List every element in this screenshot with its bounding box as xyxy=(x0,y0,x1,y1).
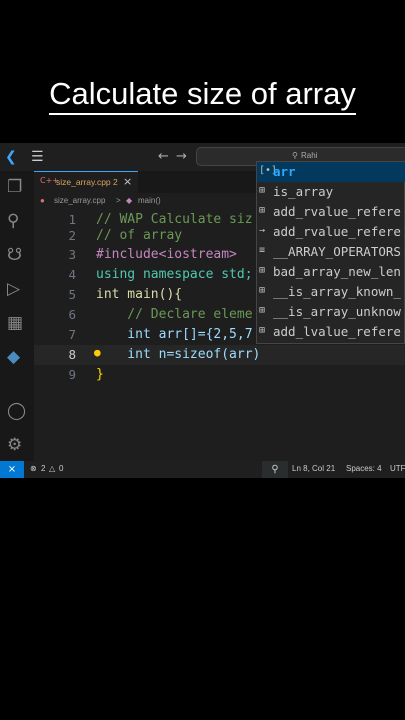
line-text: #include<iostream> xyxy=(96,247,237,262)
function-icon: ◆ xyxy=(126,196,133,205)
indentation[interactable]: Spaces: 4 xyxy=(346,464,382,473)
breadcrumb-separator: > xyxy=(116,196,121,205)
video-title: Calculate size of array xyxy=(0,76,405,115)
line-text: using namespace std; xyxy=(96,267,253,282)
tab-label: size_array.cpp 2 xyxy=(56,177,118,187)
line-number: 6 xyxy=(68,307,76,322)
activity-bar: ❐ ⚲ ☋ ▷ ▦ ◆ ◯ ⚙ xyxy=(0,171,34,461)
back-arrow-icon[interactable]: ← xyxy=(158,149,169,164)
suggestion-item[interactable]: ⊞ bad_array_new_len xyxy=(257,262,405,282)
cpp-file-icon: ● xyxy=(40,196,45,205)
close-icon[interactable]: × xyxy=(123,175,132,188)
reference-icon: → xyxy=(259,225,266,236)
variable-icon: [•] xyxy=(259,165,278,176)
suggestion-item[interactable]: → add_rvalue_refere xyxy=(257,222,405,242)
code-line-current: 8 ● int n=sizeof(arr) xyxy=(34,345,405,365)
line-number: 5 xyxy=(68,287,76,302)
macro-icon: ≡ xyxy=(259,245,266,256)
code-line: 9 } xyxy=(34,365,405,385)
search-icon[interactable]: ⚲ xyxy=(7,211,19,231)
suggestion-item[interactable]: ⊞ __is_array_known_ xyxy=(257,282,405,302)
suggestion-item[interactable]: [•] arr xyxy=(257,162,405,182)
suggestion-item[interactable]: ⊞ __is_array_unknow xyxy=(257,302,405,322)
run-debug-icon[interactable]: ▷ xyxy=(7,279,20,299)
status-bar: ⨯ ⊗ 2 △ 0 ⚲ Ln 8, Col 21 Spaces: 4 UTF xyxy=(0,461,405,478)
suggestion-item[interactable]: ⊞ add_lvalue_refere xyxy=(257,322,405,342)
suggestion-widget: [•] arr ⊞ is_array ⊞ add_rvalue_refere →… xyxy=(256,161,405,344)
class-icon: ⊞ xyxy=(259,205,266,216)
breadcrumb-file[interactable]: size_array.cpp xyxy=(54,196,105,205)
account-icon[interactable]: ◯ xyxy=(7,401,26,421)
zoom-icon[interactable]: ⚲ xyxy=(262,461,288,478)
suggestion-label: bad_array_new_len xyxy=(273,264,401,279)
line-number: 9 xyxy=(68,367,76,382)
extensions-icon[interactable]: ▦ xyxy=(7,313,23,333)
remote-indicator[interactable]: ⨯ xyxy=(0,461,24,478)
settings-gear-icon[interactable]: ⚙ xyxy=(7,435,22,455)
class-icon: ⊞ xyxy=(259,265,266,276)
class-icon: ⊞ xyxy=(259,285,266,296)
warning-icon: △ xyxy=(49,464,56,473)
error-icon: ⊗ xyxy=(30,464,37,473)
line-text: // of array xyxy=(96,228,183,243)
line-number: 8 xyxy=(68,347,76,362)
suggestion-label: __is_array_unknow xyxy=(273,304,401,319)
suggestion-label: is_array xyxy=(273,184,334,199)
error-count[interactable]: 2 xyxy=(41,464,45,473)
python-icon[interactable]: ◆ xyxy=(7,347,20,367)
line-text: // WAP Calculate siz xyxy=(96,212,253,227)
line-number: 7 xyxy=(68,327,76,342)
forward-arrow-icon[interactable]: → xyxy=(176,149,187,164)
vscode-logo-icon: ❮ xyxy=(5,149,17,165)
suggestion-item[interactable]: ⊞ add_rvalue_refere xyxy=(257,202,405,222)
class-icon: ⊞ xyxy=(259,185,266,196)
suggestion-item[interactable]: ⊞ is_array xyxy=(257,182,405,202)
line-text: int arr[]={2,5,7 xyxy=(96,327,253,342)
suggestion-label: add_rvalue_refere xyxy=(273,224,401,239)
hamburger-menu-icon[interactable]: ☰ xyxy=(31,149,44,165)
suggestion-label: __ARRAY_OPERATORS xyxy=(273,244,401,259)
explorer-icon[interactable]: ❐ xyxy=(7,177,22,197)
command-center-text: Rahi xyxy=(301,151,318,160)
line-text: // Declare eleme xyxy=(96,307,253,322)
line-text: } xyxy=(96,367,104,382)
source-control-icon[interactable]: ☋ xyxy=(7,245,22,265)
suggestion-label: add_rvalue_refere xyxy=(273,204,401,219)
line-number: 4 xyxy=(68,267,76,282)
warning-count[interactable]: 0 xyxy=(59,464,63,473)
cursor-position[interactable]: Ln 8, Col 21 xyxy=(292,464,335,473)
tab-size-array[interactable]: C++ size_array.cpp 2 × xyxy=(34,171,138,193)
breadcrumb-symbol[interactable]: main() xyxy=(138,196,161,205)
encoding[interactable]: UTF xyxy=(390,464,405,473)
suggestion-label: __is_array_known_ xyxy=(273,284,401,299)
suggestion-label: arr xyxy=(273,164,296,179)
line-number: 3 xyxy=(68,247,76,262)
line-number: 1 xyxy=(68,212,76,227)
class-icon: ⊞ xyxy=(259,325,266,336)
line-number: 2 xyxy=(68,228,76,243)
class-icon: ⊞ xyxy=(259,305,266,316)
line-text: int n=sizeof(arr) xyxy=(96,347,261,362)
line-text: int main(){ xyxy=(96,287,183,302)
suggestion-item[interactable]: ≡ __ARRAY_OPERATORS xyxy=(257,242,405,262)
suggestion-label: add_lvalue_refere xyxy=(273,324,401,339)
search-icon: ⚲ xyxy=(292,151,298,160)
